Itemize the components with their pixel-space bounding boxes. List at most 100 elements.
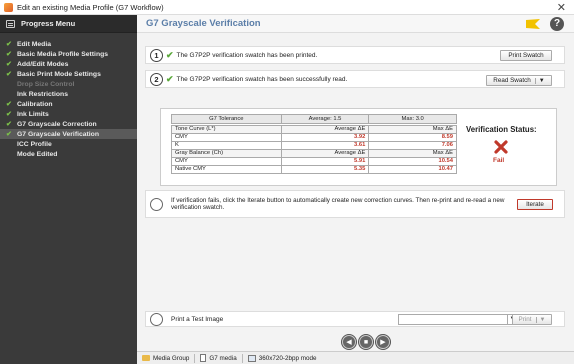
row-avg: 5.91	[280, 156, 370, 166]
sidebar-item-drop-size-control: Drop Size Control	[0, 79, 137, 89]
sidebar-item-ink-restrictions[interactable]: Ink Restrictions	[0, 89, 137, 99]
row-avg: 3.61	[280, 140, 370, 150]
media-group-label: Media Group	[153, 354, 190, 362]
help-icon[interactable]: ?	[550, 17, 564, 31]
previous-button[interactable]: ◀	[342, 335, 356, 349]
sidebar-item-ink-limits[interactable]: ✔ Ink Limits	[0, 109, 137, 119]
row-name: Native CMY	[171, 164, 282, 174]
sidebar-item-label: Mode Edited	[17, 150, 58, 158]
row-name: CMY	[171, 132, 282, 142]
read-swatch-button[interactable]: Read Swatch ▼	[486, 75, 552, 86]
sidebar-item-label: Edit Media	[17, 40, 51, 48]
stop-button[interactable]: ■	[359, 335, 373, 349]
tolerance-row: G7 Tolerance Average: 1.5 Max: 3.0	[171, 114, 457, 124]
iterate-button[interactable]: Iterate	[517, 199, 553, 210]
sidebar-item-label: Drop Size Control	[17, 80, 75, 88]
step-iterate: If verification fails, click the Iterate…	[145, 190, 565, 218]
check-icon: ✔	[6, 101, 12, 108]
row-avg: 5.35	[280, 164, 370, 174]
row-name: CMY	[171, 156, 282, 166]
table-row: Gray Balance (Ch) Average ΔE Max ΔE	[171, 148, 457, 158]
sidebar-item-basic-media-profile-settings[interactable]: ✔ Basic Media Profile Settings	[0, 49, 137, 59]
sidebar-header[interactable]: Progress Menu	[0, 15, 137, 33]
check-icon: ✔	[6, 51, 12, 58]
print-swatch-button[interactable]: Print Swatch	[500, 50, 552, 61]
check-icon: ✔	[6, 111, 12, 118]
sidebar-item-label: Add/Edit Modes	[17, 60, 69, 68]
folder-icon	[142, 355, 150, 361]
check-icon: ✔	[6, 121, 12, 128]
sidebar-item-g7-grayscale-verification[interactable]: ✔ G7 Grayscale Verification	[0, 129, 137, 139]
tone-curve-header: Tone Curve (L*)	[171, 124, 282, 134]
row-max: 7.06	[368, 140, 457, 150]
check-icon: ✔	[6, 131, 12, 138]
row-max: 10.47	[368, 164, 457, 174]
read-swatch-label: Read Swatch	[493, 77, 531, 84]
sidebar-item-label: Ink Limits	[17, 110, 49, 118]
verification-results: G7 Tolerance Average: 1.5 Max: 3.0 Tone …	[160, 108, 557, 186]
sidebar-item-basic-print-mode-settings[interactable]: ✔ Basic Print Mode Settings	[0, 69, 137, 79]
sidebar-item-label: Calibration	[17, 100, 53, 108]
main-header: G7 Grayscale Verification	[137, 15, 574, 33]
row-max: 8.59	[368, 132, 457, 142]
step-number: 1	[150, 48, 163, 62]
step-text: The G7P2P verification swatch has been s…	[176, 75, 348, 83]
document-icon	[200, 354, 207, 362]
resolution-section: 360x720-2bpp mode	[243, 354, 322, 363]
main-panel: G7 Grayscale Verification ? 1 ✔ The G7P2…	[137, 15, 574, 364]
row-name: K	[171, 140, 282, 150]
test-image-select[interactable]: ▼	[398, 314, 518, 325]
step-circle	[150, 312, 163, 326]
row-max: 10.54	[368, 156, 457, 166]
step-number: 2	[150, 72, 163, 86]
row-avg: 3.92	[280, 132, 370, 142]
fail-x-icon	[494, 140, 508, 154]
results-table: G7 Tolerance Average: 1.5 Max: 3.0 Tone …	[171, 114, 457, 174]
check-icon: ✔	[166, 49, 174, 60]
sidebar-header-label: Progress Menu	[21, 19, 76, 28]
max-header: Max ΔE	[368, 124, 457, 134]
resolution-label: 360x720-2bpp mode	[258, 354, 317, 362]
wizard-nav: ◀ ■ ▶	[342, 335, 390, 349]
next-button[interactable]: ▶	[376, 335, 390, 349]
tolerance-label: G7 Tolerance	[171, 114, 282, 124]
status-bar: Media Group G7 media 360x720-2bpp mode	[137, 351, 574, 364]
sidebar-item-g7-grayscale-correction[interactable]: ✔ G7 Grayscale Correction	[0, 119, 137, 129]
step-read-swatch: 2 ✔ The G7P2P verification swatch has be…	[145, 70, 565, 88]
flag-icon[interactable]	[526, 19, 540, 29]
table-row: CMY 3.92 8.59	[171, 132, 457, 142]
media-section: G7 media	[195, 353, 243, 363]
table-row: Native CMY 5.35 10.47	[171, 164, 457, 174]
sidebar-item-label: G7 Grayscale Verification	[17, 130, 99, 138]
test-image-label: Print a Test Image	[171, 315, 224, 323]
progress-sidebar: Progress Menu ✔ Edit Media ✔ Basic Media P…	[0, 15, 137, 364]
check-icon: ✔	[6, 71, 12, 78]
sidebar-item-calibration[interactable]: ✔ Calibration	[0, 99, 137, 109]
chevron-down-icon[interactable]: ▼	[535, 316, 545, 323]
verification-status-label: Verification Status:	[466, 125, 537, 134]
iterate-instructions: If verification fails, click the Iterate…	[171, 196, 505, 212]
sidebar-item-mode-edited[interactable]: Mode Edited	[0, 149, 137, 159]
close-icon[interactable]: ✕	[557, 1, 566, 14]
gray-balance-header: Gray Balance (Ch)	[171, 148, 282, 158]
print-test-label: Print	[518, 316, 532, 323]
page-title: G7 Grayscale Verification	[146, 18, 261, 29]
step-circle	[150, 197, 163, 211]
table-row: K 3.61 7.06	[171, 140, 457, 150]
window-title: Edit an existing Media Profile (G7 Workf…	[17, 2, 164, 12]
print-test-button[interactable]: Print ▼	[512, 314, 552, 325]
sidebar-item-icc-profile[interactable]: ICC Profile	[0, 139, 137, 149]
check-icon: ✔	[6, 41, 12, 48]
sidebar-list: ✔ Edit Media ✔ Basic Media Profile Setting…	[0, 33, 137, 159]
sidebar-item-label: Basic Media Profile Settings	[17, 50, 109, 58]
sidebar-item-edit-media[interactable]: ✔ Edit Media	[0, 39, 137, 49]
check-icon: ✔	[166, 73, 174, 84]
sidebar-item-add-edit-modes[interactable]: ✔ Add/Edit Modes	[0, 59, 137, 69]
check-icon: ✔	[6, 61, 12, 68]
resolution-icon	[247, 354, 256, 362]
sidebar-item-label: G7 Grayscale Correction	[17, 120, 97, 128]
window-titlebar: Edit an existing Media Profile (G7 Workf…	[0, 0, 574, 15]
max-header: Max ΔE	[368, 148, 457, 158]
app-icon	[4, 2, 13, 12]
chevron-down-icon[interactable]: ▼	[534, 77, 545, 84]
